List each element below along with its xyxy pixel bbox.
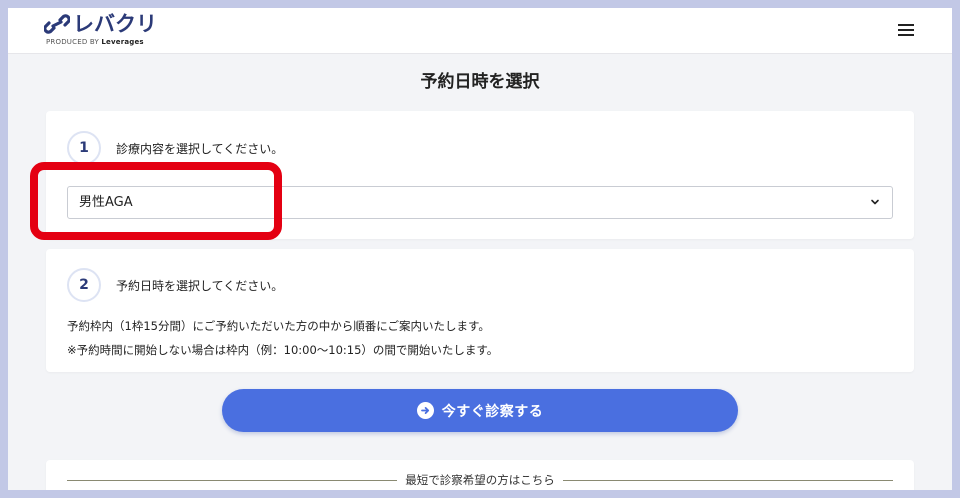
logo[interactable]: レバクリ PRODUCED BY Leverages	[44, 12, 157, 46]
logo-sub-prefix: PRODUCED BY	[46, 38, 99, 46]
menu-bar	[898, 34, 914, 36]
site-header: レバクリ PRODUCED BY Leverages	[8, 8, 952, 54]
fastest-consult-card: 最短で診察希望の方はこちら	[46, 460, 914, 490]
treatment-select[interactable]: 男性AGA	[67, 186, 893, 219]
logo-text: レバクリ	[73, 12, 157, 36]
browser-viewport: レバクリ PRODUCED BY Leverages 予約日時を選択 1 診療内…	[8, 8, 952, 490]
step1-card: 1 診療内容を選択してください。 男性AGA	[46, 111, 914, 239]
hamburger-menu-icon[interactable]	[894, 20, 918, 40]
menu-bar	[898, 29, 914, 31]
step2-number-badge: 2	[67, 268, 101, 302]
logo-sub-brand: Leverages	[101, 38, 144, 46]
page-title: 予約日時を選択	[420, 72, 540, 92]
chevron-down-icon	[871, 199, 879, 205]
menu-bar	[898, 24, 914, 26]
step2-card: 2 予約日時を選択してください。 予約枠内（1枠15分間）にご予約いただいた方の…	[46, 249, 914, 372]
step2-label: 予約日時を選択してください。	[116, 279, 284, 293]
step1-number-badge: 1	[67, 131, 101, 165]
step1-label: 診療内容を選択してください。	[116, 142, 284, 156]
arrow-right-circle-icon	[416, 402, 434, 419]
consult-now-button[interactable]: 今すぐ診察する	[222, 389, 738, 432]
start-time-note: ※予約時間に開始しない場合は枠内（例：10:00〜10:15）の間で開始いたしま…	[67, 343, 499, 357]
treatment-select-value: 男性AGA	[79, 195, 133, 210]
reservation-note: 予約枠内（1枠15分間）にご予約いただいた方の中から順番にご案内いたします。	[67, 319, 490, 333]
divider-line-right	[563, 480, 893, 481]
logo-subtitle: PRODUCED BY Leverages	[46, 38, 157, 46]
logo-row: レバクリ	[44, 12, 157, 36]
consult-now-label: 今すぐ診察する	[441, 403, 544, 420]
link-chain-logo-icon	[44, 14, 70, 34]
